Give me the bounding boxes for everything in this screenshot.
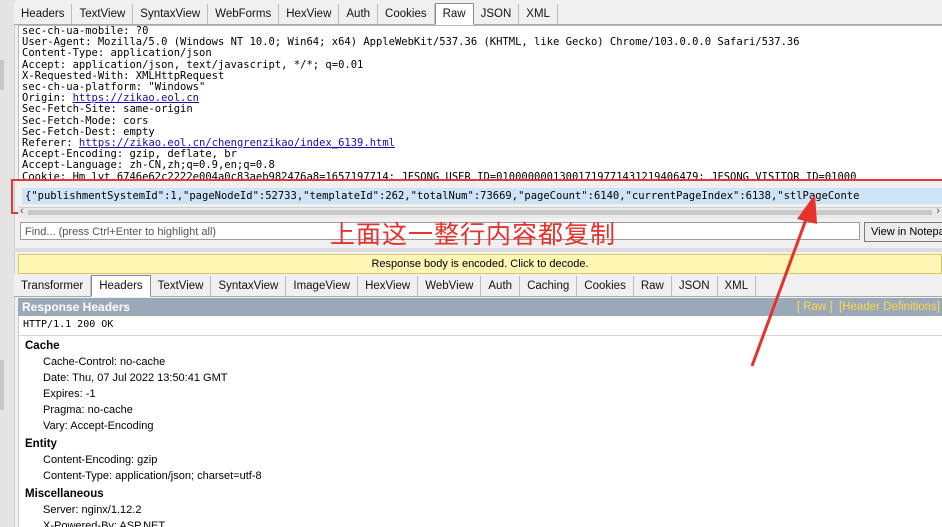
raw-header-text: Accept-Language: zh-CN,zh;q=0.9,en;q=0.8 — [22, 159, 275, 172]
request-tab-syntaxview[interactable]: SyntaxView — [133, 4, 209, 24]
request-inspector-tabs: Headers TextView SyntaxView WebForms HexView… — [14, 2, 942, 25]
response-tab-headers[interactable]: Headers — [91, 275, 151, 297]
response-header-item[interactable]: Expires: -1 — [19, 386, 942, 402]
splitter-mark — [0, 60, 4, 90]
header-group-miscellaneous[interactable]: Miscellaneous — [19, 486, 942, 502]
origin-link[interactable]: https://zikao.eol.cn — [73, 92, 199, 104]
response-header-item[interactable]: Content-Type: application/json; charset=… — [19, 468, 942, 484]
raw-header-line: Sec-Fetch-Site: same-origin — [19, 104, 942, 115]
request-tab-cookies[interactable]: Cookies — [378, 4, 435, 24]
status-line: HTTP/1.1 200 OK — [23, 319, 114, 330]
raw-header-text: X-Requested-With: XMLHttpRequest — [22, 69, 225, 82]
raw-header-text: Sec-Fetch-Site: same-origin — [22, 103, 193, 116]
response-tab-json[interactable]: JSON — [672, 276, 718, 296]
request-tab-webforms[interactable]: WebForms — [208, 4, 280, 24]
raw-header-text: Accept-Encoding: gzip, deflate, br — [22, 148, 237, 161]
raw-header-text: sec-ch-ua-mobile: ?0 — [22, 25, 149, 37]
response-header-item[interactable]: Cache-Control: no-cache — [19, 354, 942, 370]
header-definitions-link[interactable]: [Header Definitions] — [839, 301, 940, 313]
view-in-notepad-button[interactable]: View in Notepad — [864, 222, 942, 242]
request-body-line[interactable]: {"publishmentSystemId":1,"pageNodeId":52… — [22, 188, 942, 204]
response-tab-raw[interactable]: Raw — [634, 276, 672, 296]
response-header-item[interactable]: Server: nginx/1.12.2 — [19, 502, 942, 518]
response-tab-xml[interactable]: XML — [718, 276, 757, 296]
response-header-item[interactable]: X-Powered-By: ASP.NET — [19, 518, 942, 527]
raw-header-text: Accept: application/json, text/javascrip… — [22, 58, 364, 71]
response-tab-cookies[interactable]: Cookies — [577, 276, 634, 296]
request-tab-hexview[interactable]: HexView — [279, 4, 340, 24]
response-tab-caching[interactable]: Caching — [520, 276, 578, 296]
request-tab-xml[interactable]: XML — [519, 4, 558, 24]
response-tab-webview[interactable]: WebView — [418, 276, 482, 296]
raw-link[interactable]: [ Raw ] — [797, 301, 833, 313]
request-tab-raw[interactable]: Raw — [434, 3, 474, 25]
response-tab-hexview[interactable]: HexView — [358, 276, 419, 296]
response-inspector-tabs: Transformer Headers TextView SyntaxView Imag… — [14, 274, 942, 297]
left-splitter[interactable] — [0, 0, 15, 527]
response-headers-panel: HTTP/1.1 200 OK Cache Cache-Control: no-c… — [18, 316, 942, 527]
response-header-item[interactable]: Vary: Accept-Encoding — [19, 418, 942, 434]
request-tab-textview[interactable]: TextView — [72, 4, 134, 24]
raw-header-text: Content-Type: application/json — [22, 47, 212, 60]
response-header-item[interactable]: Date: Thu, 07 Jul 2022 13:50:41 GMT — [19, 370, 942, 386]
pane-splitter[interactable] — [14, 248, 942, 252]
response-tab-imageview[interactable]: ImageView — [286, 276, 359, 296]
raw-header-line: Sec-Fetch-Mode: cors — [19, 114, 942, 127]
raw-header-text: Sec-Fetch-Mode: cors — [22, 114, 149, 127]
request-tab-headers[interactable]: Headers — [14, 4, 73, 24]
raw-header-text: User-Agent: Mozilla/5.0 (Windows NT 10.0… — [22, 36, 800, 49]
raw-header-text: Sec-Fetch-Dest: empty — [22, 125, 155, 138]
splitter-mark — [0, 360, 4, 410]
raw-header-text: Referer: — [22, 137, 79, 150]
response-header-item[interactable]: Pragma: no-cache — [19, 402, 942, 418]
response-headers-title-bar: Response Headers [ Raw ] [Header Definit… — [18, 298, 942, 316]
decode-notice-bar[interactable]: Response body is encoded. Click to decod… — [18, 254, 942, 274]
response-header-item[interactable]: Content-Encoding: gzip — [19, 452, 942, 468]
annotation-text: 上面这一整行内容都复制 — [330, 220, 617, 249]
header-group-entity[interactable]: Entity — [19, 436, 942, 452]
response-tab-auth[interactable]: Auth — [481, 276, 521, 296]
raw-request-text[interactable]: sec-ch-ua-mobile: ?0 User-Agent: Mozilla/… — [18, 25, 942, 180]
raw-header-text: sec-ch-ua-platform: "Windows" — [22, 81, 206, 94]
scroll-right-arrow-icon[interactable]: › — [936, 205, 940, 217]
referer-link[interactable]: https://zikao.eol.cn/chengrenzikao/index… — [79, 137, 395, 149]
divider — [19, 335, 942, 336]
request-tab-json[interactable]: JSON — [474, 4, 520, 24]
response-tab-syntaxview[interactable]: SyntaxView — [211, 276, 287, 296]
response-headers-title: Response Headers — [22, 300, 131, 314]
scroll-left-arrow-icon[interactable]: ‹ — [20, 205, 24, 217]
response-tab-transformer[interactable]: Transformer — [14, 276, 92, 296]
request-tab-auth[interactable]: Auth — [339, 4, 379, 24]
response-tab-textview[interactable]: TextView — [151, 276, 212, 296]
raw-header-text: Origin: — [22, 92, 73, 105]
header-group-cache[interactable]: Cache — [19, 338, 942, 354]
